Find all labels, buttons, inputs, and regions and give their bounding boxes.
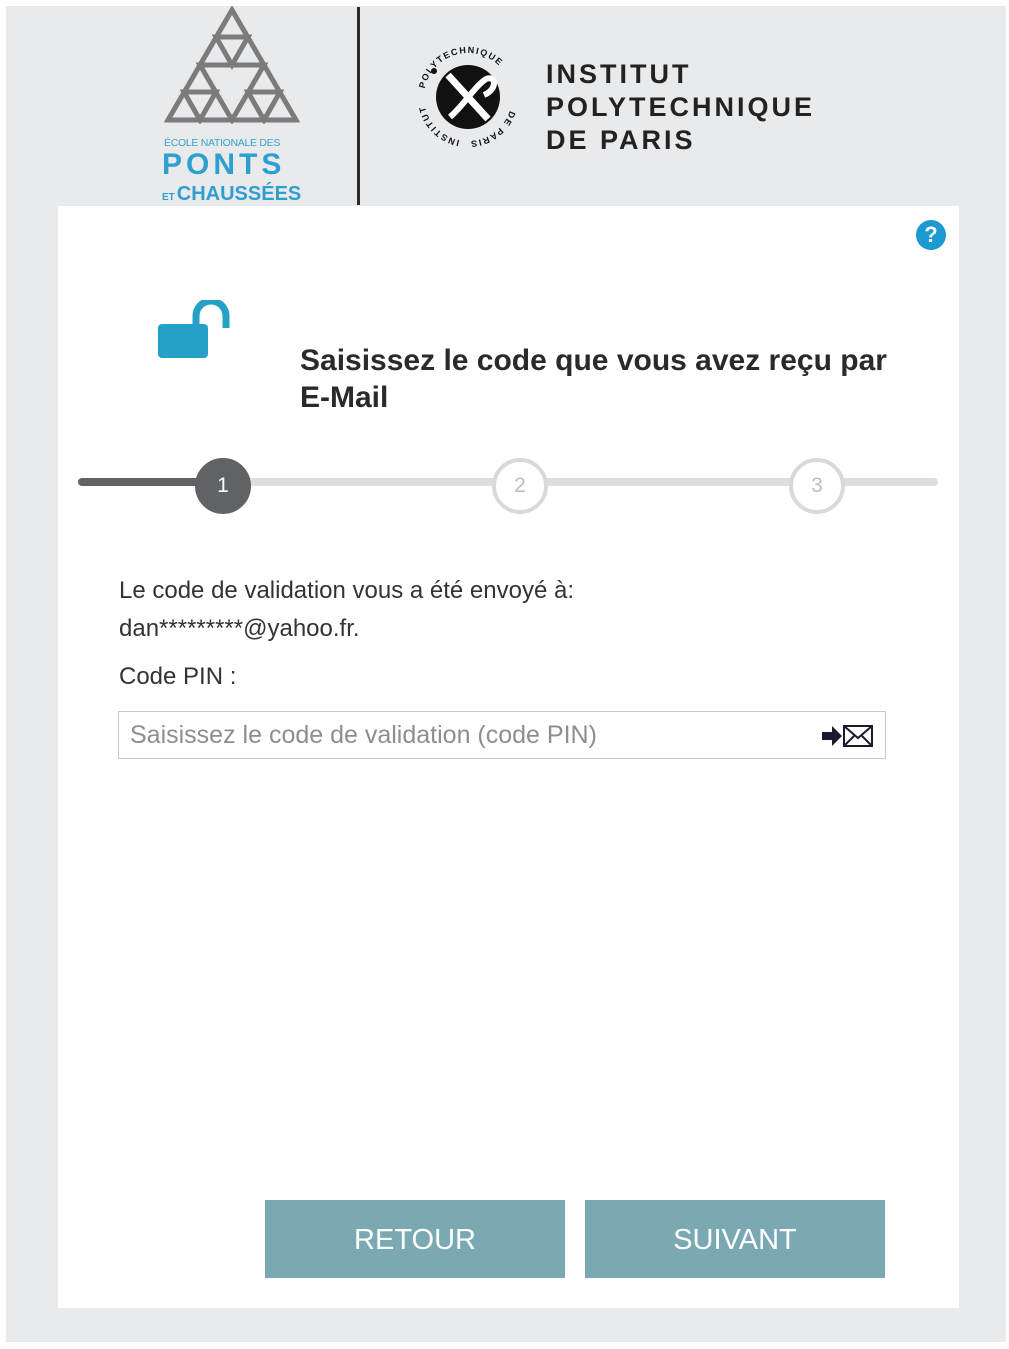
ipp-line-institut: INSTITUT: [546, 59, 692, 89]
next-button[interactable]: SUIVANT: [585, 1200, 885, 1278]
page-title: Saisissez le code que vous avez reçu par…: [300, 344, 887, 414]
ipp-wordmark: INSTITUT POLYTECHNIQUE DE PARIS: [546, 58, 815, 157]
ipp-line-polytechnique: POLYTECHNIQUE: [546, 92, 816, 122]
sent-info-line: Le code de validation vous a été envoyé …: [119, 577, 574, 604]
masked-email: dan*********@yahoo.fr.: [119, 615, 360, 642]
enpc-triangle-icon: [164, 6, 300, 124]
enpc-chaussees-word: ET CHAUSSÉES: [162, 183, 301, 206]
enpc-ponts-word: PONTS: [162, 148, 286, 181]
sent-info: Le code de validation vous a été envoyé …: [119, 572, 574, 648]
pin-label: Code PIN :: [119, 663, 237, 690]
ipp-line-de-paris: DE PARIS: [546, 125, 696, 155]
back-button[interactable]: RETOUR: [265, 1200, 565, 1278]
enpc-logo: ÉCOLE NATIONALE DES PONTS ET CHAUSSÉES: [158, 6, 308, 206]
pin-input[interactable]: [118, 711, 886, 759]
enpc-et-word: ET: [162, 192, 175, 203]
unlocked-padlock-icon: [158, 300, 230, 358]
step-3: 3: [789, 458, 845, 514]
step-2: 2: [492, 458, 548, 514]
ipp-seal-icon: POLYTECHNIQUE DE PARIS INSTITUT: [417, 45, 516, 149]
help-icon[interactable]: ?: [916, 220, 946, 250]
step-1: 1: [195, 458, 251, 514]
ipp-seal-logo: POLYTECHNIQUE DE PARIS INSTITUT: [416, 45, 520, 154]
arrow-envelope-icon[interactable]: [820, 723, 876, 749]
mfa-card: ? Saisissez le code que vous avez reçu p…: [58, 206, 959, 1308]
header-divider: [357, 7, 360, 205]
enpc-chaussees-text: CHAUSSÉES: [176, 183, 302, 205]
